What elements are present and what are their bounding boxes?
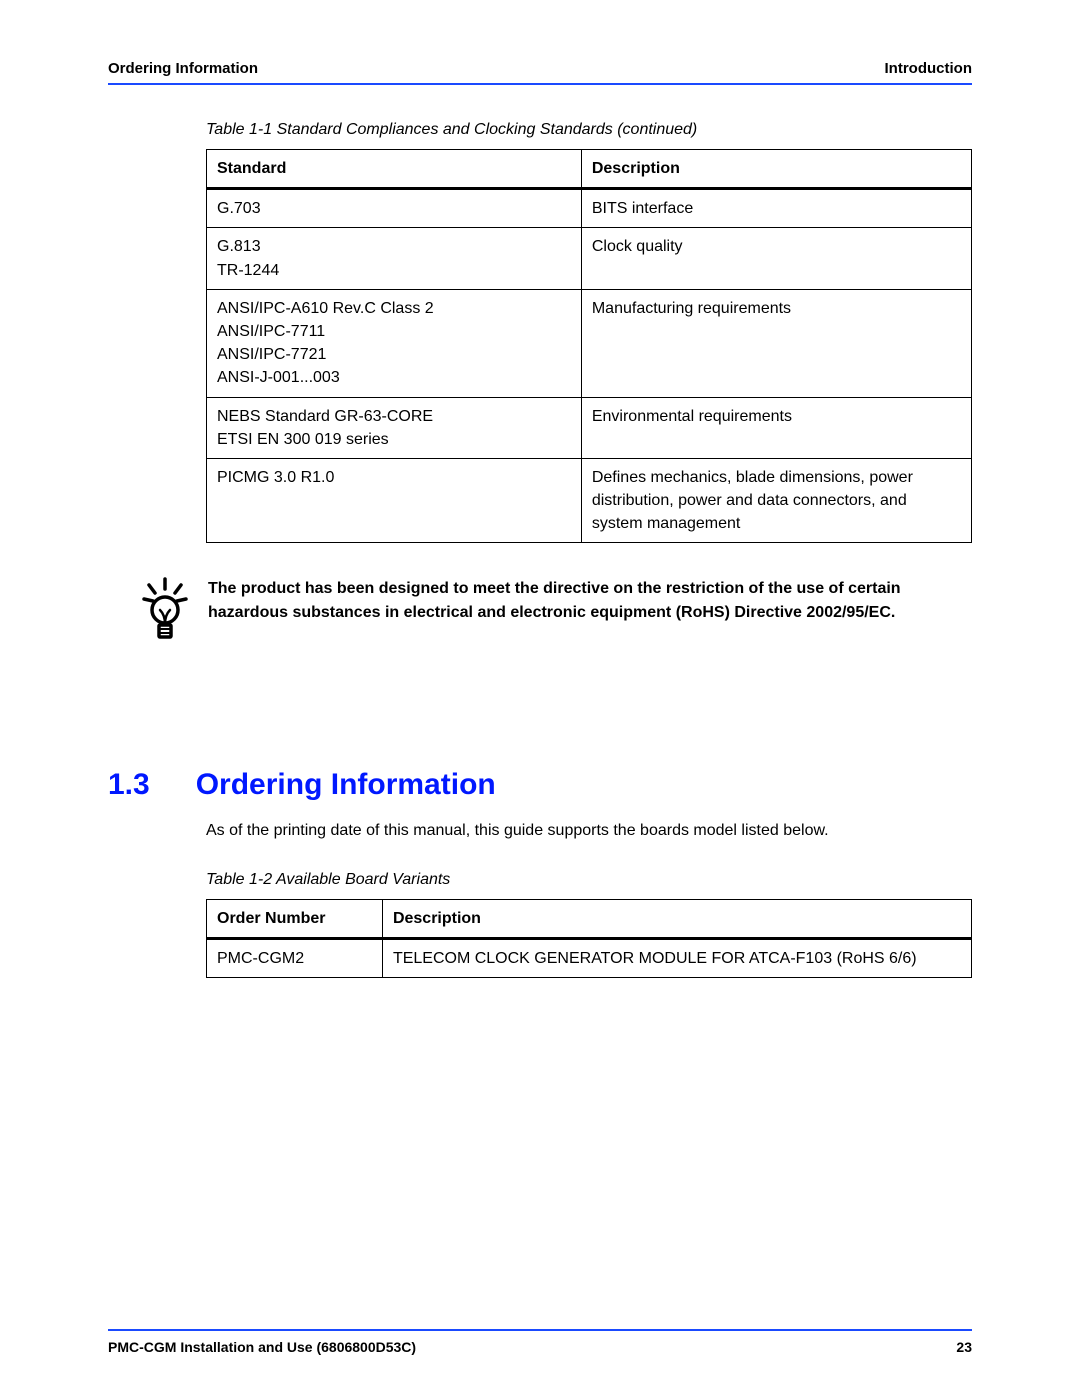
description-cell: BITS interface [581, 189, 971, 228]
table-row: ANSI/IPC-A610 Rev.C Class 2 ANSI/IPC-771… [207, 289, 972, 397]
table1-caption: Table 1-1 Standard Compliances and Clock… [206, 121, 972, 139]
description-cell: Defines mechanics, blade dimensions, pow… [581, 458, 971, 543]
header-right: Introduction [885, 60, 972, 77]
section-body-block: As of the printing date of this manual, … [206, 820, 972, 978]
table2-col1: Order Number [207, 899, 383, 938]
table-row: PICMG 3.0 R1.0Defines mechanics, blade d… [207, 458, 972, 543]
section-title: Ordering Information [196, 768, 496, 802]
rohs-note: The product has been designed to meet th… [142, 577, 972, 648]
table-row: NEBS Standard GR-63-CORE ETSI EN 300 019… [207, 397, 972, 458]
lightbulb-icon [142, 577, 188, 648]
table2-caption: Table 1-2 Available Board Variants [206, 871, 972, 889]
description-cell: TELECOM CLOCK GENERATOR MODULE FOR ATCA-… [382, 939, 971, 978]
page-footer: PMC-CGM Installation and Use (6806800D53… [108, 1329, 972, 1355]
description-cell: Clock quality [581, 228, 971, 289]
standards-table: Standard Description G.703BITS interface… [206, 149, 972, 543]
rohs-note-text: The product has been designed to meet th… [208, 577, 972, 625]
header-left: Ordering Information [108, 60, 258, 77]
variants-table: Order Number Description PMC-CGM2TELECOM… [206, 899, 972, 978]
page-header: Ordering Information Introduction [108, 60, 972, 85]
description-cell: Environmental requirements [581, 397, 971, 458]
table-row: G.813 TR-1244Clock quality [207, 228, 972, 289]
standard-cell: NEBS Standard GR-63-CORE ETSI EN 300 019… [207, 397, 582, 458]
section-body-text: As of the printing date of this manual, … [206, 820, 972, 842]
table1-block: Table 1-1 Standard Compliances and Clock… [206, 121, 972, 543]
table2-col2: Description [382, 899, 971, 938]
description-cell: Manufacturing requirements [581, 289, 971, 397]
footer-left: PMC-CGM Installation and Use (6806800D53… [108, 1339, 416, 1355]
footer-right: 23 [956, 1339, 972, 1355]
standard-cell: G.813 TR-1244 [207, 228, 582, 289]
standard-cell: ANSI/IPC-A610 Rev.C Class 2 ANSI/IPC-771… [207, 289, 582, 397]
table-row: G.703BITS interface [207, 189, 972, 228]
table1-col2: Description [581, 150, 971, 189]
table-row: PMC-CGM2TELECOM CLOCK GENERATOR MODULE F… [207, 939, 972, 978]
section-heading: 1.3 Ordering Information [108, 768, 972, 802]
page: Ordering Information Introduction Table … [0, 0, 1080, 1397]
order-number-cell: PMC-CGM2 [207, 939, 383, 978]
standard-cell: PICMG 3.0 R1.0 [207, 458, 582, 543]
table1-col1: Standard [207, 150, 582, 189]
standard-cell: G.703 [207, 189, 582, 228]
section-number: 1.3 [108, 768, 150, 802]
